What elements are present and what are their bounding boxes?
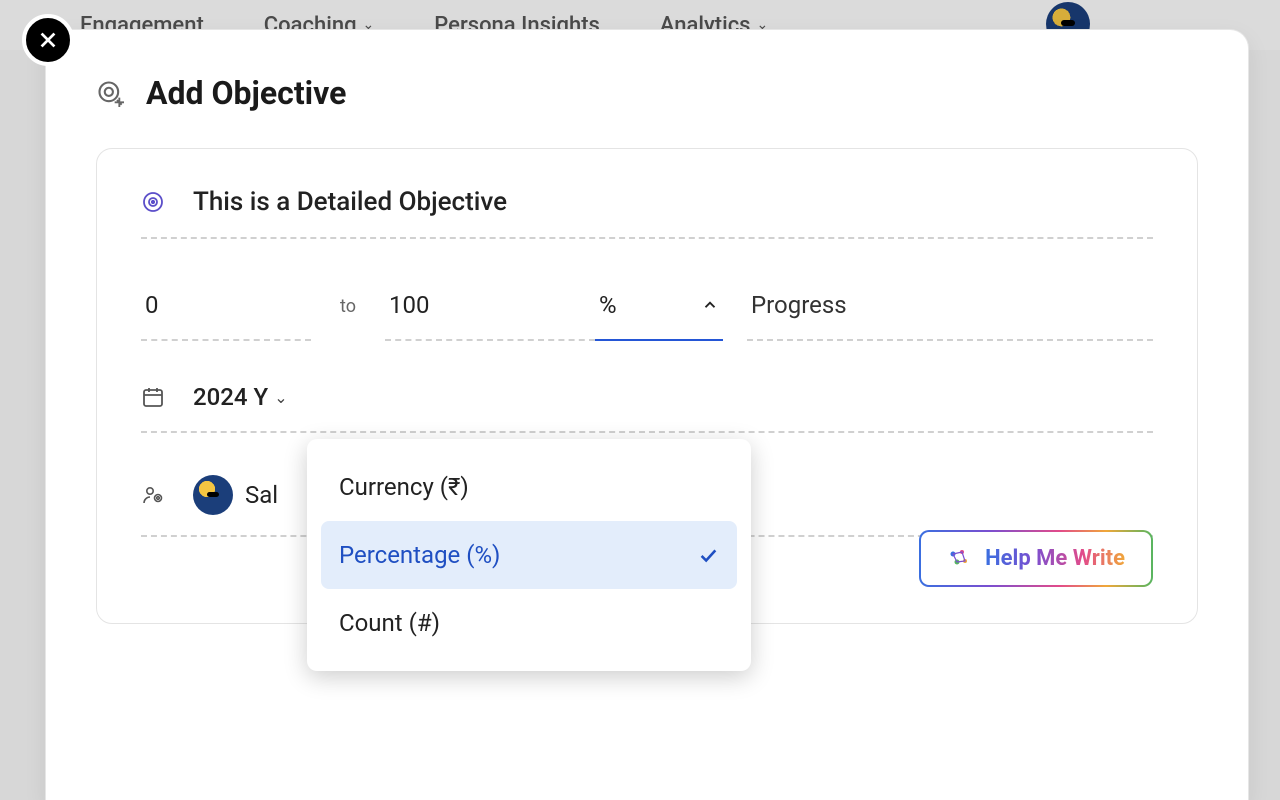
check-icon (697, 544, 719, 566)
unit-option-currency[interactable]: Currency (₹) (321, 453, 737, 521)
option-label: Percentage (%) (339, 541, 500, 569)
target-icon (141, 190, 165, 214)
option-label: Currency (₹) (339, 473, 469, 501)
objective-card: This is a Detailed Objective 0 to 100 % … (96, 148, 1198, 624)
unit-option-count[interactable]: Count (#) (321, 589, 737, 657)
owner-avatar[interactable] (193, 475, 233, 515)
progress-label-input[interactable]: Progress (747, 281, 1153, 341)
chevron-down-icon: ⌄ (274, 388, 287, 407)
owner-name[interactable]: Sal (245, 481, 278, 509)
range-row: 0 to 100 % Progress (141, 281, 1153, 341)
unit-option-percentage[interactable]: Percentage (%) (321, 521, 737, 589)
close-button[interactable] (22, 14, 74, 66)
modal-header: Add Objective (96, 74, 1198, 112)
close-icon (37, 29, 59, 51)
option-label: Count (#) (339, 609, 440, 637)
unit-value: % (599, 291, 617, 319)
from-input[interactable]: 0 (141, 281, 311, 341)
target-plus-icon (96, 79, 124, 107)
period-select[interactable]: 2024 Y ⌄ (193, 383, 288, 411)
help-me-write-label: Help Me Write (985, 546, 1125, 571)
modal-title: Add Objective (146, 74, 346, 112)
chevron-up-icon (701, 296, 719, 314)
owner-icon (141, 483, 165, 507)
period-value: 2024 Y (193, 383, 268, 411)
add-objective-modal: Add Objective This is a Detailed Objecti… (46, 30, 1248, 800)
help-me-write-button[interactable]: Help Me Write (919, 530, 1153, 587)
to-input[interactable]: 100 (385, 281, 595, 341)
to-label: to (311, 286, 385, 337)
objective-text-row: This is a Detailed Objective (141, 187, 1153, 239)
sparkle-icon (947, 547, 971, 571)
unit-dropdown: Currency (₹) Percentage (%) Count (#) (307, 439, 751, 671)
calendar-icon (141, 385, 165, 409)
objective-text[interactable]: This is a Detailed Objective (193, 187, 507, 217)
unit-select[interactable]: % (595, 281, 723, 341)
date-row: 2024 Y ⌄ (141, 383, 1153, 433)
